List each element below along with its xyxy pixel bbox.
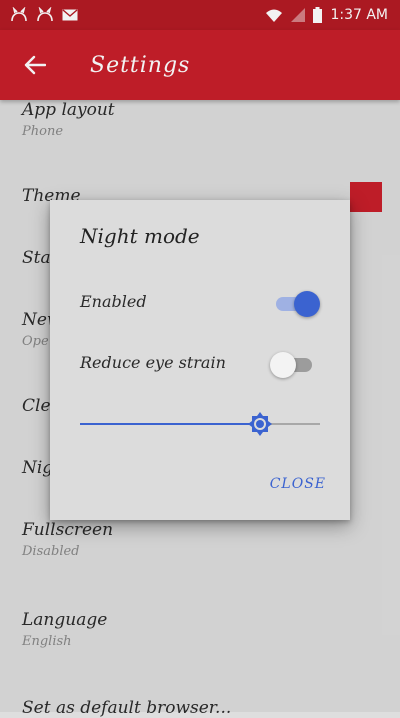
close-button[interactable]: CLOSE — [270, 476, 326, 492]
brightness-icon[interactable] — [248, 412, 272, 436]
slider-fill — [80, 423, 260, 425]
enabled-label: Enabled — [80, 292, 147, 311]
reduce-eye-strain-label: Reduce eye strain — [80, 353, 226, 372]
toggle-thumb — [294, 291, 320, 317]
enabled-toggle[interactable] — [274, 290, 320, 317]
night-mode-dialog: Night mode Enabled Reduce eye strain CLO… — [50, 200, 350, 520]
toggle-thumb — [270, 352, 296, 378]
brightness-slider[interactable] — [80, 412, 320, 436]
dialog-title: Night mode — [80, 224, 200, 248]
reduce-eye-strain-toggle[interactable] — [270, 351, 316, 378]
